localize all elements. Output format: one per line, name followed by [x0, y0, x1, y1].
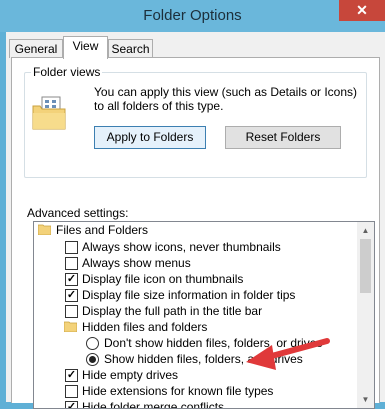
- apply-to-folders-button[interactable]: Apply to Folders: [94, 126, 206, 149]
- folder-icon: [38, 224, 51, 235]
- hidden-files-label: Hidden files and folders: [82, 320, 208, 334]
- checkbox[interactable]: [65, 257, 78, 270]
- checkbox-checked[interactable]: ✓: [65, 369, 78, 382]
- folder-views-description: You can apply this view (such as Details…: [94, 85, 358, 113]
- advanced-settings-list[interactable]: Files and Folders Always show icons, nev…: [33, 221, 375, 409]
- option-label: Display the full path in the title bar: [82, 304, 263, 318]
- checkbox-checked[interactable]: ✓: [65, 273, 78, 286]
- checkbox[interactable]: [65, 305, 78, 318]
- option-label: Hide empty drives: [82, 368, 179, 382]
- option-label: Hide extensions for known file types: [82, 384, 274, 398]
- option-label: Always show menus: [82, 256, 191, 270]
- checkbox-checked[interactable]: ✓: [65, 401, 78, 408]
- reset-folders-button[interactable]: Reset Folders: [225, 126, 341, 149]
- folder-views-label: Folder views: [31, 65, 103, 79]
- option-label: Display file icon on thumbnails: [82, 272, 244, 286]
- advanced-settings-label: Advanced settings:: [27, 206, 129, 220]
- scroll-up-icon[interactable]: ▲: [357, 222, 374, 239]
- checkbox[interactable]: [65, 385, 78, 398]
- option-label: Always show icons, never thumbnails: [82, 240, 281, 254]
- tab-search[interactable]: Search: [108, 39, 153, 58]
- vertical-scrollbar[interactable]: ▲ ▼: [357, 222, 374, 408]
- radio-button[interactable]: [86, 337, 99, 350]
- option-label: Don't show hidden files, folders, or dri…: [104, 336, 323, 350]
- scrollbar-thumb[interactable]: [360, 239, 371, 293]
- scroll-down-icon[interactable]: ▼: [357, 391, 374, 408]
- title-bar: Folder Options ✕: [0, 0, 385, 32]
- files-and-folders-label: Files and Folders: [56, 223, 149, 237]
- folder-icon: [64, 321, 77, 332]
- tab-view[interactable]: View: [63, 36, 108, 59]
- view-tab-panel: Folder views You can apply this view (su…: [11, 57, 380, 409]
- option-label: Hide folder merge conflicts: [82, 400, 225, 409]
- tab-general[interactable]: General: [9, 39, 63, 58]
- close-button[interactable]: ✕: [339, 0, 385, 21]
- folder-views-group: Folder views You can apply this view (su…: [24, 65, 367, 178]
- radio-dot: [89, 356, 96, 363]
- option-label: Display file size information in folder …: [82, 288, 296, 302]
- dialog-body: General View Search Folder views You can…: [6, 32, 385, 409]
- option-label: Show hidden files, folders, and drives: [104, 352, 303, 366]
- checkbox[interactable]: [65, 241, 78, 254]
- folder-views-icon: [32, 96, 66, 130]
- radio-button-selected[interactable]: [86, 353, 99, 366]
- window-title: Folder Options: [143, 7, 242, 24]
- checkbox-checked[interactable]: ✓: [65, 289, 78, 302]
